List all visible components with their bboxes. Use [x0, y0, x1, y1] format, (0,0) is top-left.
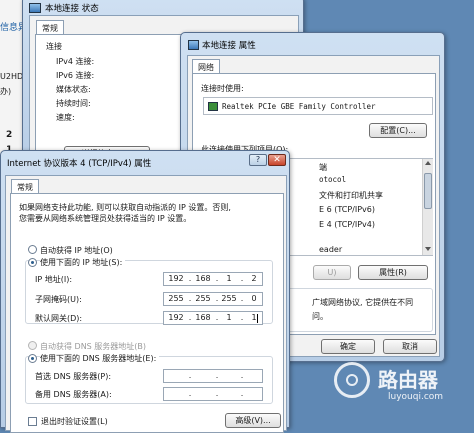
ip-dot: .: [188, 389, 192, 398]
router-logo-inner: [346, 374, 358, 386]
manual-ip-label[interactable]: 使用下面的 IP 地址(S):: [40, 257, 126, 268]
router-logo-icon: [334, 362, 370, 398]
status-row-ipv4: IPv4 连接:: [56, 57, 95, 66]
adapter-field: Realtek PCIe GBE Family Controller: [203, 97, 433, 115]
properties-window-title: 本地连接 属性: [202, 41, 256, 51]
ipv4-dialog: Internet 协议版本 4 (TCP/IPv4) 属性 ? ✕ 常规 如果网…: [0, 150, 290, 433]
gateway-octet-3: 1: [226, 313, 232, 322]
description-text-1: 广域网络协议, 它提供在不同: [312, 298, 414, 307]
preferred-dns-label: 首选 DNS 服务器(P):: [35, 372, 112, 381]
gateway-input[interactable]: 192 . 168 . 1 . 1: [163, 311, 263, 325]
auto-ip-label[interactable]: 自动获得 IP 地址(O): [40, 245, 113, 256]
info-text-line-2: 您需要从网络系统管理员处获得适当的 IP 设置。: [19, 214, 192, 223]
ip-address-input[interactable]: 192 . 168 . 1 . 2: [163, 272, 263, 286]
alternate-dns-label: 备用 DNS 服务器(A):: [35, 390, 112, 399]
description-text-2: 问。: [312, 312, 328, 321]
configure-button[interactable]: 配置(C)...: [369, 123, 427, 138]
close-button[interactable]: ✕: [268, 154, 286, 166]
validate-on-exit-label[interactable]: 退出时验证设置(L): [41, 416, 108, 427]
gateway-octet-1: 192: [168, 313, 184, 322]
properties-button[interactable]: 属性(R): [358, 265, 428, 280]
scroll-thumb[interactable]: [424, 173, 432, 209]
advanced-button[interactable]: 高级(V)...: [225, 413, 281, 428]
items-list-item[interactable]: E 4 (TCP/IPv4): [319, 220, 375, 229]
status-section-title: 连接: [46, 42, 62, 51]
scroll-down-arrow[interactable]: [425, 247, 431, 251]
bg-fragment-4: 2: [6, 130, 13, 140]
subnet-mask-input[interactable]: 255 . 255 . 255 . 0: [163, 292, 263, 306]
auto-dns-radio[interactable]: [28, 341, 37, 350]
auto-ip-radio[interactable]: [28, 245, 37, 254]
watermark-name: 路由器: [378, 368, 438, 392]
preferred-dns-input[interactable]: . . .: [163, 369, 263, 383]
ip-address-label: IP 地址(I):: [35, 275, 73, 284]
ip-octet-3: 1: [226, 274, 232, 283]
manual-ip-radio[interactable]: [28, 258, 37, 267]
adapter-icon: [208, 102, 218, 111]
info-text-line-1: 如果网络支持此功能, 则可以获取自动指派的 IP 设置。否则,: [19, 203, 231, 212]
alternate-dns-input[interactable]: . . .: [163, 387, 263, 401]
status-row-ipv6: IPv6 连接:: [56, 71, 95, 80]
mask-octet-1: 255: [168, 294, 184, 303]
items-list-item[interactable]: 端: [319, 162, 327, 173]
scroll-up-arrow[interactable]: [425, 161, 431, 165]
ip-octet-1: 192: [168, 274, 184, 283]
status-row-duration: 持续时间:: [56, 99, 91, 108]
ip-octet-2: 168: [195, 274, 211, 283]
ipv4-dialog-title: Internet 协议版本 4 (TCP/IPv4) 属性: [7, 159, 152, 169]
validate-on-exit-checkbox[interactable]: [28, 417, 37, 426]
properties-network-icon: [188, 40, 199, 50]
text-cursor: [257, 314, 258, 323]
gateway-octet-4: 1: [251, 313, 257, 322]
ip-dot: .: [240, 389, 244, 398]
subnet-mask-label: 子网掩码(U):: [35, 295, 82, 304]
status-row-speed: 速度:: [56, 113, 75, 122]
items-list-item[interactable]: otocol: [319, 175, 346, 184]
ipv4-tab-page: 如果网络支持此功能, 则可以获取自动指派的 IP 设置。否则, 您需要从网络系统…: [10, 193, 284, 433]
watermark: 路由器 luyouqi.com: [330, 352, 470, 418]
mask-octet-3: 255: [221, 294, 237, 303]
items-list-item[interactable]: eader: [319, 245, 342, 254]
adapter-name: Realtek PCIe GBE Family Controller: [222, 102, 376, 111]
gateway-octet-2: 168: [195, 313, 211, 322]
status-window-title: 本地连接 状态: [45, 4, 99, 14]
connect-using-label: 连接时使用:: [201, 84, 244, 93]
help-button[interactable]: ?: [249, 154, 267, 166]
gateway-label: 默认网关(D):: [35, 314, 83, 323]
items-scrollbar[interactable]: [422, 159, 433, 255]
mask-octet-2: 255: [195, 294, 211, 303]
network-icon: [29, 3, 41, 13]
ipv4-dialog-body: 常规 如果网络支持此功能, 则可以获取自动指派的 IP 设置。否则, 您需要从网…: [5, 175, 287, 433]
status-row-media: 媒体状态:: [56, 85, 91, 94]
ip-dot: .: [240, 371, 244, 380]
manual-dns-radio[interactable]: [28, 354, 37, 363]
ip-dot: .: [215, 389, 219, 398]
items-list-item[interactable]: 文件和打印机共享: [319, 190, 383, 201]
mask-octet-4: 0: [251, 294, 257, 303]
auto-dns-label[interactable]: 自动获得 DNS 服务器地址(B): [40, 341, 146, 352]
ip-dot: .: [215, 371, 219, 380]
manual-dns-label[interactable]: 使用下面的 DNS 服务器地址(E):: [40, 353, 160, 364]
items-list-item[interactable]: E 6 (TCP/IPv6): [319, 205, 375, 214]
uninstall-button[interactable]: U): [313, 265, 351, 280]
ip-dot: .: [188, 371, 192, 380]
ip-octet-4: 2: [251, 274, 257, 283]
watermark-url: luyouqi.com: [388, 392, 444, 402]
bg-fragment-3: 办): [0, 87, 12, 96]
